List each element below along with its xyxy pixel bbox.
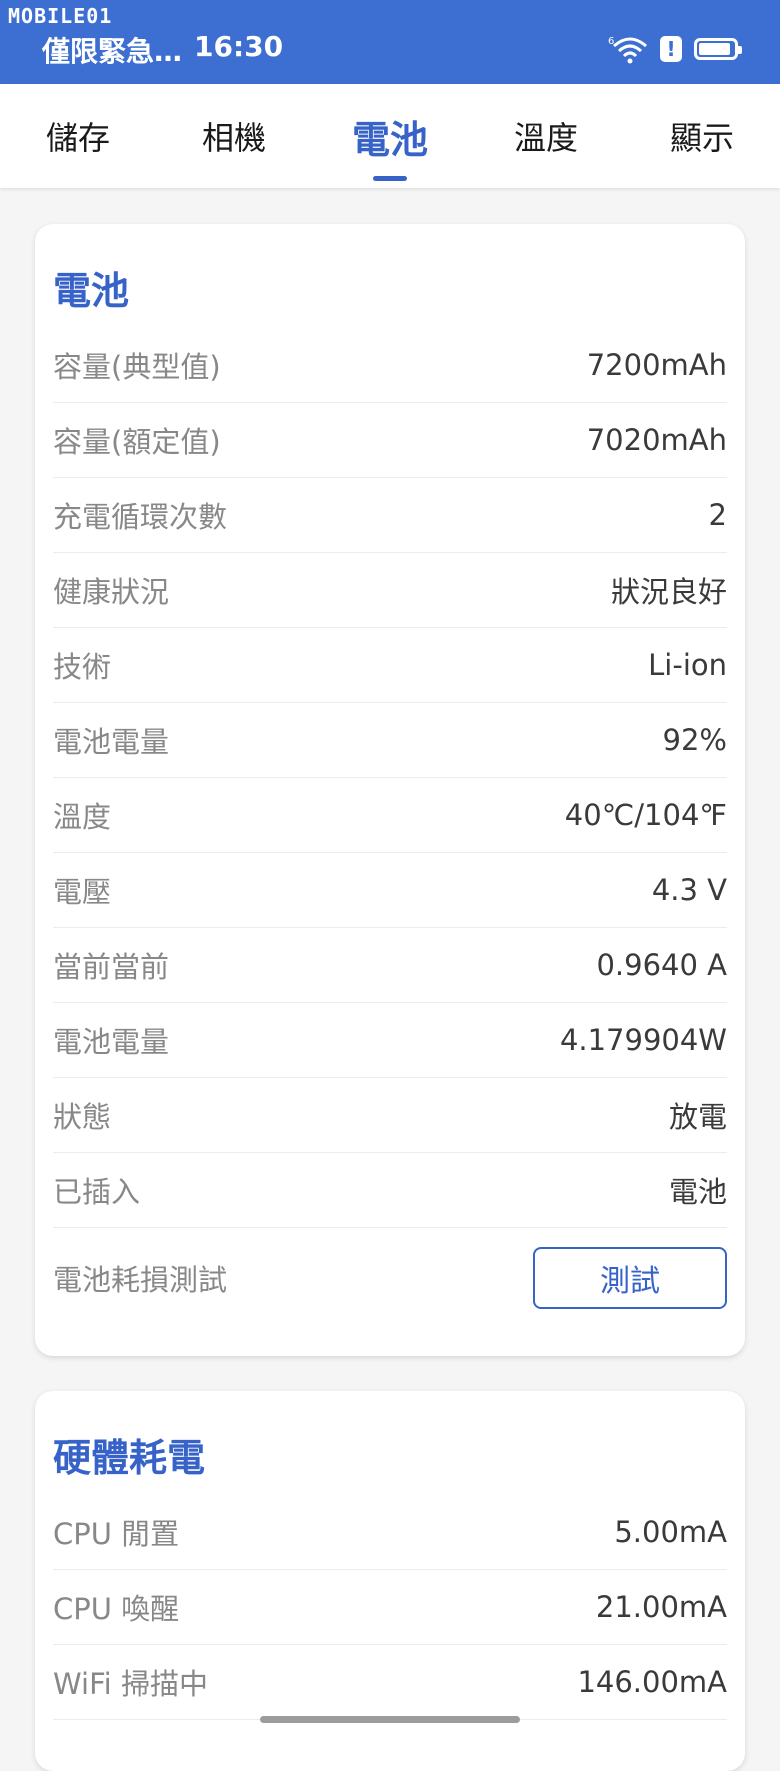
hardware-row-wifi-scan: WiFi 掃描中 146.00mA	[53, 1645, 727, 1720]
battery-row-technology: 技術 Li-ion	[53, 628, 727, 703]
row-value: 4.179904W	[559, 1023, 727, 1057]
row-label: 當前當前	[53, 950, 170, 984]
row-label: 充電循環次數	[53, 500, 228, 534]
row-label: 容量(額定值)	[53, 425, 221, 459]
tab-display[interactable]: 顯示	[624, 84, 780, 188]
test-button[interactable]: 測試	[533, 1247, 727, 1309]
row-label: 已插入	[53, 1175, 141, 1209]
battery-card: 電池 容量(典型值) 7200mAh 容量(額定值) 7020mAh 充電循環次…	[35, 224, 745, 1356]
row-value: 5.00mA	[614, 1515, 727, 1549]
hardware-power-card: 硬體耗電 CPU 閒置 5.00mA CPU 喚醒 21.00mA WiFi 掃…	[35, 1391, 745, 1771]
row-label: 溫度	[53, 800, 112, 834]
row-label: 電壓	[53, 875, 112, 909]
home-indicator[interactable]	[260, 1716, 520, 1723]
row-value: 40℃/104℉	[564, 798, 727, 832]
battery-row-plugged: 已插入 電池	[53, 1153, 727, 1228]
status-clock: 16:30	[194, 30, 284, 63]
row-label: CPU 喚醒	[53, 1592, 180, 1626]
battery-row-level: 電池電量 92%	[53, 703, 727, 778]
row-value: 146.00mA	[577, 1665, 727, 1699]
tab-camera[interactable]: 相機	[156, 84, 312, 188]
row-value: 0.9640 A	[596, 948, 727, 982]
tab-storage[interactable]: 儲存	[0, 84, 156, 188]
battery-row-rated-capacity: 容量(額定值) 7020mAh	[53, 403, 727, 478]
status-bar: MOBILE01 僅限緊急… 16:30 6 !	[0, 0, 780, 84]
row-label: CPU 閒置	[53, 1517, 180, 1551]
row-value: 電池	[668, 1175, 727, 1209]
battery-level-fill	[699, 43, 730, 55]
tab-bar: 儲存 相機 電池 溫度 顯示	[0, 84, 780, 188]
row-value: 狀況良好	[610, 575, 727, 609]
battery-row-typical-capacity: 容量(典型值) 7200mAh	[53, 328, 727, 403]
carrier-label: 僅限緊急…	[42, 35, 183, 68]
row-value: 21.00mA	[595, 1590, 727, 1624]
wifi-icon: 6	[608, 36, 647, 64]
row-label: 電池電量	[53, 725, 170, 759]
battery-row-health: 健康狀況 狀況良好	[53, 553, 727, 628]
tab-temperature[interactable]: 溫度	[468, 84, 624, 188]
battery-icon	[694, 38, 742, 60]
hardware-row-cpu-awake: CPU 喚醒 21.00mA	[53, 1570, 727, 1645]
row-label: WiFi 掃描中	[53, 1667, 208, 1701]
row-value: 7200mAh	[586, 348, 727, 382]
row-label: 狀態	[53, 1100, 112, 1134]
row-label: 健康狀況	[53, 575, 170, 609]
row-label: 技術	[53, 650, 112, 684]
battery-card-title: 電池	[53, 269, 130, 313]
watermark-logo: MOBILE01	[8, 4, 113, 28]
alert-icon: !	[660, 36, 682, 62]
row-value: 92%	[662, 723, 727, 757]
row-value: 放電	[668, 1100, 727, 1134]
hardware-row-cpu-idle: CPU 閒置 5.00mA	[53, 1495, 727, 1570]
hardware-card-title: 硬體耗電	[53, 1436, 206, 1480]
battery-row-cycle-count: 充電循環次數 2	[53, 478, 727, 553]
row-value: Li-ion	[648, 648, 727, 682]
battery-row-voltage: 電壓 4.3 V	[53, 853, 727, 928]
row-label: 電池耗損測試	[53, 1263, 228, 1297]
row-label: 電池電量	[53, 1025, 170, 1059]
status-icons: 6 !	[608, 34, 742, 64]
battery-row-status: 狀態 放電	[53, 1078, 727, 1153]
row-value: 4.3 V	[651, 873, 727, 907]
battery-row-temperature: 溫度 40℃/104℉	[53, 778, 727, 853]
battery-row-current: 當前當前 0.9640 A	[53, 928, 727, 1003]
row-value: 7020mAh	[586, 423, 727, 457]
row-value: 2	[708, 498, 727, 532]
row-label: 容量(典型值)	[53, 350, 221, 384]
tab-battery[interactable]: 電池	[312, 84, 468, 188]
active-tab-indicator	[373, 176, 407, 181]
battery-wear-test-row: 電池耗損測試 測試	[53, 1228, 727, 1328]
wifi-badge: 6	[608, 36, 614, 47]
battery-row-power: 電池電量 4.179904W	[53, 1003, 727, 1078]
